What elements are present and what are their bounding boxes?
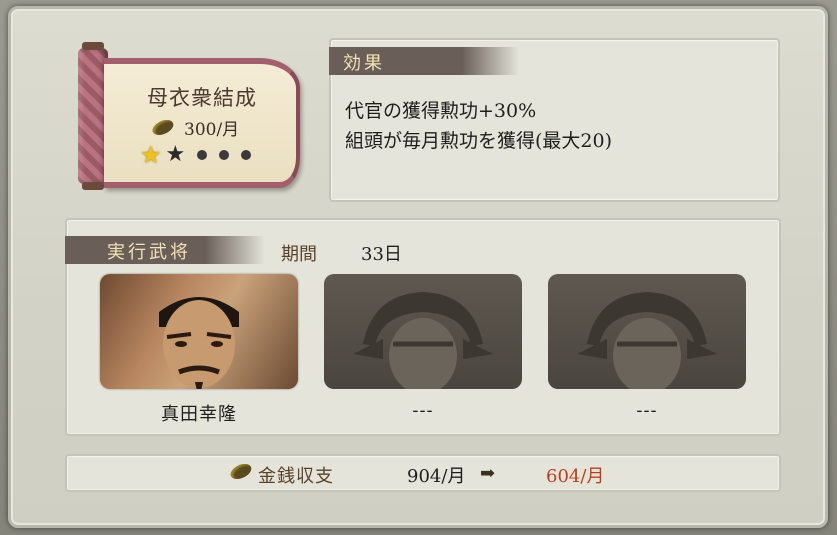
effect-line: 組頭が毎月勲功を獲得(最大20) <box>345 130 613 152</box>
period-value: 33日 <box>361 244 402 265</box>
officer-slot-3[interactable] <box>548 274 746 389</box>
effect-line: 代官の獲得勲功+30% <box>345 100 537 122</box>
officer-face-icon <box>159 297 239 389</box>
effect-header: 効果 <box>343 53 385 74</box>
scroll-cap-top <box>82 42 104 50</box>
officer-slot-2[interactable] <box>324 274 522 389</box>
helmet-silhouette-icon <box>577 292 717 389</box>
rank-dot-icon <box>219 150 230 160</box>
officer-name: 真田幸隆 <box>161 404 237 425</box>
officer-name: --- <box>412 400 434 421</box>
rank-dot-icon <box>197 150 208 160</box>
money-next: 604/月 <box>546 466 605 487</box>
coin-icon <box>150 116 176 139</box>
scroll-cap-bottom <box>82 182 104 190</box>
rank-stars: ★ ★ <box>140 141 252 169</box>
period-label: 期間 <box>281 244 317 265</box>
money-label: 金銭収支 <box>258 466 334 487</box>
officer-portrait-1[interactable] <box>100 274 298 389</box>
policy-title: 母衣衆結成 <box>147 86 257 110</box>
star-filled-icon: ★ <box>140 141 162 169</box>
rank-dot-icon <box>241 150 252 160</box>
policy-cost: 300/月 <box>184 120 240 140</box>
star-empty-icon: ★ <box>165 142 186 167</box>
arrow-right-icon: ➡ <box>480 463 496 484</box>
execution-header: 実行武将 <box>107 242 191 263</box>
money-current: 904/月 <box>407 466 466 487</box>
officer-name: --- <box>636 400 658 421</box>
helmet-silhouette-icon <box>353 292 493 389</box>
policy-cost-row: 300/月 <box>150 115 240 140</box>
policy-scroll: 母衣衆結成 300/月 ★ ★ <box>70 40 305 190</box>
